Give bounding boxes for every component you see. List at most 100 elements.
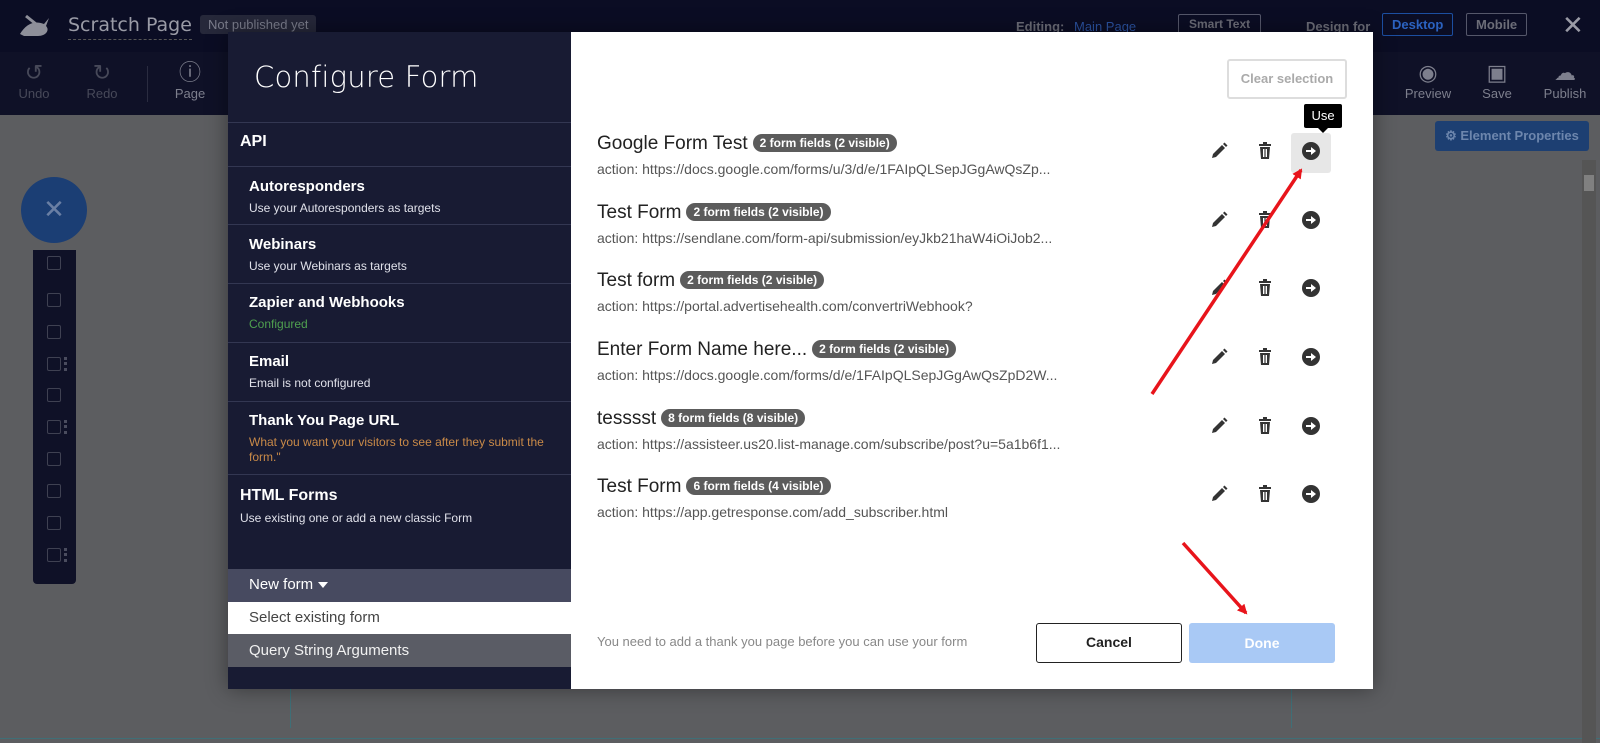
section-title: Thank You Page URL: [249, 412, 400, 429]
section-title: HTML Forms: [240, 487, 338, 504]
form-item[interactable]: Test Form 2 form fields (2 visible) action…: [597, 202, 1357, 258]
section-webinars[interactable]: Webinars Use your Webinars as targets: [228, 236, 571, 274]
video-tool-more-icon[interactable]: [64, 420, 67, 434]
form-actions: [1199, 339, 1349, 379]
edit-form-button[interactable]: [1199, 339, 1239, 379]
use-form-button[interactable]: [1291, 202, 1331, 242]
select-existing-form-item[interactable]: Select existing form: [228, 602, 571, 634]
preview-button[interactable]: ◉ Preview: [1398, 60, 1458, 101]
use-form-button[interactable]: [1291, 270, 1331, 310]
form-name: Test form: [597, 270, 676, 291]
delete-form-button[interactable]: [1245, 133, 1285, 173]
page-label: Page: [174, 86, 206, 101]
divider-tool-more-icon[interactable]: [64, 548, 67, 562]
delete-form-button[interactable]: [1245, 408, 1285, 448]
form-item[interactable]: tesssst 8 form fields (8 visible) action: …: [597, 408, 1357, 464]
form-actions: [1199, 133, 1349, 173]
scrollbar-thumb[interactable]: [1584, 175, 1594, 191]
code-tool-icon[interactable]: [47, 516, 61, 530]
divider: [228, 474, 571, 475]
section-api[interactable]: API: [228, 133, 571, 151]
box-tool-icon[interactable]: [47, 388, 61, 402]
delete-form-button[interactable]: [1245, 339, 1285, 379]
edit-form-button[interactable]: [1199, 476, 1239, 516]
edit-form-button[interactable]: [1199, 408, 1239, 448]
page-button[interactable]: ⓘ Page: [160, 60, 220, 101]
close-tools-button[interactable]: ✕: [21, 177, 87, 243]
arrow-circle-right-icon: [1301, 347, 1321, 372]
section-thank-you-url[interactable]: Thank You Page URL What you want your vi…: [228, 412, 548, 465]
pencil-icon: [1209, 210, 1229, 235]
delete-form-button[interactable]: [1245, 202, 1285, 242]
divider: [228, 401, 571, 402]
timer-tool-icon[interactable]: [47, 484, 61, 498]
form-action-url: action: https://assisteer.us20.list-mana…: [597, 436, 1061, 452]
done-button[interactable]: Done: [1189, 623, 1335, 663]
cancel-button[interactable]: Cancel: [1036, 623, 1182, 663]
list-tool-icon[interactable]: [47, 452, 61, 466]
use-form-button[interactable]: [1291, 339, 1331, 379]
preview-label: Preview: [1404, 86, 1452, 101]
form-action-url: action: https://docs.google.com/forms/d/…: [597, 367, 1058, 383]
form-item[interactable]: Test form 2 form fields (2 visible) action…: [597, 270, 1357, 326]
scrollbar[interactable]: [1582, 160, 1596, 743]
section-autoresponders[interactable]: Autoresponders Use your Autoresponders a…: [228, 178, 571, 216]
configure-form-modal: Configure Form API Autoresponders Use yo…: [228, 32, 1373, 689]
widget-tool-icon[interactable]: [47, 256, 61, 270]
new-form-dropdown[interactable]: New form: [228, 569, 571, 602]
desktop-button[interactable]: Desktop: [1382, 13, 1454, 36]
delete-form-button[interactable]: [1245, 476, 1285, 516]
edit-form-button[interactable]: [1199, 133, 1239, 173]
arrow-circle-right-icon: [1301, 210, 1321, 235]
divider: [228, 224, 571, 225]
canvas-guide-line: [0, 738, 1600, 739]
forms-panel: Clear selection Use Google Form Test 2 fo…: [571, 32, 1373, 689]
section-zapier-webhooks[interactable]: Zapier and Webhooks Configured: [228, 294, 571, 332]
text-tool-icon[interactable]: [47, 293, 61, 307]
mobile-button[interactable]: Mobile: [1466, 13, 1528, 36]
use-tooltip: Use: [1304, 104, 1342, 133]
divider-tool-icon[interactable]: [47, 548, 61, 562]
save-label: Save: [1482, 86, 1512, 101]
form-item[interactable]: Enter Form Name here... 2 form fields (2 …: [597, 339, 1357, 395]
use-form-button[interactable]: [1291, 476, 1331, 516]
edit-form-button[interactable]: [1199, 270, 1239, 310]
query-string-arguments-item[interactable]: Query String Arguments: [228, 634, 571, 667]
new-form-label: New form: [249, 576, 314, 593]
info-icon: ⓘ: [178, 60, 201, 85]
section-html-forms[interactable]: HTML Forms Use existing one or add a new…: [228, 487, 571, 526]
redo-icon: ↻: [92, 60, 112, 85]
form-item[interactable]: Google Form Test 2 form fields (2 visible…: [597, 133, 1357, 189]
use-form-button[interactable]: [1291, 133, 1331, 173]
use-form-button[interactable]: [1291, 408, 1331, 448]
delete-form-button[interactable]: [1245, 270, 1285, 310]
pencil-icon: [1209, 416, 1229, 441]
redo-button[interactable]: ↻ Redo: [72, 60, 132, 101]
form-item[interactable]: Test Form 6 form fields (4 visible) action…: [597, 476, 1357, 532]
arrow-circle-right-icon: [1301, 141, 1321, 166]
form-name: Enter Form Name here...: [597, 339, 808, 360]
section-status: Configured: [249, 317, 308, 331]
form-tool-icon[interactable]: [47, 357, 61, 371]
form-fields-badge: 2 form fields (2 visible): [686, 203, 831, 221]
undo-button[interactable]: ↺ Undo: [4, 60, 64, 101]
clear-selection-button[interactable]: Clear selection: [1227, 59, 1347, 99]
form-action-url: action: https://sendlane.com/form-api/su…: [597, 230, 1053, 246]
form-actions: [1199, 270, 1349, 310]
form-fields-badge: 6 form fields (4 visible): [686, 477, 831, 495]
element-properties-button[interactable]: ⚙ Element Properties: [1435, 121, 1589, 151]
form-name: Test Form: [597, 202, 682, 223]
page-title[interactable]: Scratch Page: [68, 14, 192, 40]
form-actions: [1199, 202, 1349, 242]
form-tool-more-icon[interactable]: [64, 357, 67, 371]
close-icon[interactable]: ✕: [1562, 10, 1584, 41]
image-tool-icon[interactable]: [47, 325, 61, 339]
save-button[interactable]: ▣ Save: [1467, 60, 1527, 101]
section-email[interactable]: Email Email is not configured: [228, 353, 571, 391]
redo-label: Redo: [86, 86, 118, 101]
smart-text-button[interactable]: Smart Text: [1178, 14, 1262, 34]
trash-icon: [1255, 484, 1275, 509]
video-tool-icon[interactable]: [47, 420, 61, 434]
edit-form-button[interactable]: [1199, 202, 1239, 242]
publish-button[interactable]: ☁ Publish: [1535, 60, 1595, 101]
